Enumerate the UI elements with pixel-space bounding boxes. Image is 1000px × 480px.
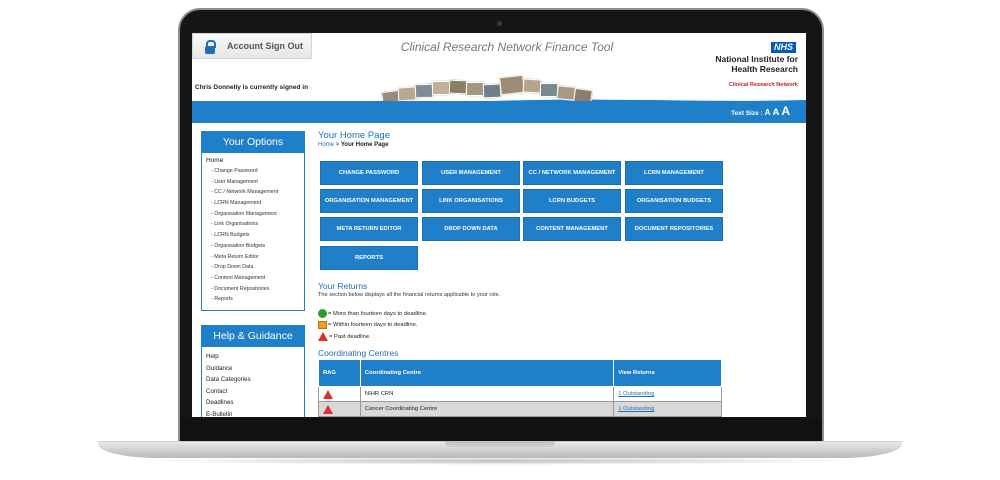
change-password-button[interactable]: CHANGE PASSWORD bbox=[320, 161, 418, 185]
header-banner bbox=[192, 101, 806, 123]
cc-network-management-button[interactable]: CC / NETWORK MANAGEMENT bbox=[523, 161, 621, 185]
page-title: Your Home Page bbox=[318, 130, 391, 141]
webcam bbox=[497, 21, 502, 26]
help-guidance-panel: Help & Guidance Help Guidance Data Categ… bbox=[201, 325, 305, 417]
option-document-repositories[interactable]: - Document Repositories bbox=[206, 284, 300, 295]
browser-screen: Account Sign Out Clinical Research Netwo… bbox=[192, 33, 806, 417]
laptop-notch bbox=[445, 441, 555, 448]
drop-down-data-button[interactable]: DROP DOWN DATA bbox=[422, 217, 520, 241]
returns-cell: 1 Outstanding bbox=[613, 386, 722, 402]
table-header-row: RAG Coordinating Centre View Returns bbox=[318, 359, 722, 387]
option-drop-down-data[interactable]: - Drop Down Data bbox=[206, 262, 300, 273]
org-subname: Clinical Research Network bbox=[728, 82, 798, 88]
centre-cell: Cancer Coordinating Centre bbox=[359, 401, 615, 417]
text-size-control: Text Size : A A A bbox=[731, 104, 790, 118]
sign-out-label: Account Sign Out bbox=[227, 41, 303, 51]
table-row: Cancer Coordinating Centre 1 Outstanding bbox=[318, 401, 722, 417]
deadlines-link[interactable]: Deadlines bbox=[206, 397, 300, 409]
main-heading: Your Home Page Home > Your Home Page bbox=[318, 130, 722, 148]
help-list: Help Guidance Data Categories Contact De… bbox=[202, 347, 304, 417]
option-organisation-management[interactable]: - Organisation Management bbox=[206, 209, 300, 220]
legend-green: = More than fourteen days to deadline. bbox=[318, 309, 427, 318]
lcrn-budgets-button[interactable]: LCRN BUDGETS bbox=[523, 189, 621, 213]
lcrn-management-button[interactable]: LCRN MANAGEMENT bbox=[625, 161, 723, 185]
option-link-organisations[interactable]: - Link Organisations bbox=[206, 219, 300, 230]
your-options-panel: Your Options Home - Change Password - Us… bbox=[201, 131, 305, 311]
green-circle-icon bbox=[318, 309, 327, 318]
returns-column-header: View Returns bbox=[613, 359, 722, 387]
meta-return-editor-button[interactable]: META RETURN EDITOR bbox=[320, 217, 418, 241]
guidance-link[interactable]: Guidance bbox=[206, 363, 300, 375]
option-meta-return-editor[interactable]: - Meta Return Editor bbox=[206, 252, 300, 263]
text-size-medium[interactable]: A bbox=[772, 107, 779, 118]
text-size-large[interactable]: A bbox=[781, 104, 790, 118]
option-reports[interactable]: - Reports bbox=[206, 294, 300, 305]
document-repositories-button[interactable]: DOCUMENT REPOSITORIES bbox=[625, 217, 723, 241]
data-categories-link[interactable]: Data Categories bbox=[206, 374, 300, 386]
signed-in-status: Chris Donnelly is currently signed in bbox=[195, 84, 309, 91]
options-home-link[interactable]: Home bbox=[206, 157, 300, 164]
laptop-shadow bbox=[140, 457, 860, 465]
help-link[interactable]: Help bbox=[206, 351, 300, 363]
returns-cell: 1 Outstanding bbox=[613, 401, 722, 417]
red-triangle-icon bbox=[323, 404, 333, 414]
your-returns-title: Your Returns bbox=[318, 281, 368, 291]
org-name: National Institute for Health Research bbox=[715, 54, 798, 74]
legend-red: = Past deadline. bbox=[318, 332, 371, 341]
option-lcrn-management[interactable]: - LCRN Management bbox=[206, 198, 300, 209]
red-triangle-icon bbox=[323, 389, 333, 399]
table-row: NIHR CRN 1 Outstanding bbox=[318, 386, 722, 402]
coordinating-centres-title: Coordinating Centres bbox=[318, 348, 399, 358]
centre-cell: NIHR CRN bbox=[359, 386, 615, 402]
view-returns-link[interactable]: 1 Outstanding bbox=[618, 391, 654, 397]
breadcrumb: Home > Your Home Page bbox=[318, 142, 389, 148]
organisation-budgets-button[interactable]: ORGANISATION BUDGETS bbox=[625, 189, 723, 213]
option-change-password[interactable]: - Change Password bbox=[206, 166, 300, 177]
rag-cell bbox=[318, 401, 361, 417]
legend-amber: = Within fourteen days to deadline. bbox=[318, 321, 417, 329]
breadcrumb-current: Your Home Page bbox=[340, 142, 389, 148]
laptop-bezel bbox=[180, 418, 822, 442]
help-guidance-title: Help & Guidance bbox=[202, 326, 304, 347]
rag-cell bbox=[318, 386, 361, 402]
coordinating-centres-table: RAG Coordinating Centre View Returns NIH… bbox=[318, 359, 722, 417]
option-cc-network-management[interactable]: - CC / Network Management bbox=[206, 187, 300, 198]
reports-button[interactable]: REPORTS bbox=[320, 246, 418, 270]
view-returns-link[interactable]: 1 Outstanding bbox=[618, 406, 654, 412]
user-management-button[interactable]: USER MANAGEMENT bbox=[422, 161, 520, 185]
e-bulletin-link[interactable]: E-Bulletin bbox=[206, 409, 300, 418]
content-management-button[interactable]: CONTENT MANAGEMENT bbox=[523, 217, 621, 241]
contact-link[interactable]: Contact bbox=[206, 386, 300, 398]
nhs-logo: NHS bbox=[770, 42, 796, 53]
lock-icon bbox=[205, 39, 216, 54]
breadcrumb-home-link[interactable]: Home bbox=[318, 142, 334, 148]
organisation-management-button[interactable]: ORGANISATION MANAGEMENT bbox=[320, 189, 418, 213]
option-organisation-budgets[interactable]: - Organisation Budgets bbox=[206, 241, 300, 252]
account-sign-out-button[interactable]: Account Sign Out bbox=[192, 33, 312, 59]
red-triangle-icon bbox=[318, 332, 328, 341]
app-title: Clinical Research Network Finance Tool bbox=[400, 40, 614, 54]
option-lcrn-budgets[interactable]: - LCRN Budgets bbox=[206, 230, 300, 241]
options-list: Home - Change Password - User Management… bbox=[202, 153, 304, 307]
text-size-small[interactable]: A bbox=[765, 108, 771, 117]
returns-intro: The section below displays all the finan… bbox=[318, 292, 501, 298]
option-content-management[interactable]: - Content Management bbox=[206, 273, 300, 284]
amber-square-icon bbox=[318, 321, 327, 329]
your-options-title: Your Options bbox=[202, 132, 304, 153]
rag-column-header: RAG bbox=[318, 359, 361, 387]
link-organisations-button[interactable]: LINK ORGANISATIONS bbox=[422, 189, 520, 213]
option-user-management[interactable]: - User Management bbox=[206, 177, 300, 188]
centre-column-header: Coordinating Centre bbox=[359, 359, 615, 387]
